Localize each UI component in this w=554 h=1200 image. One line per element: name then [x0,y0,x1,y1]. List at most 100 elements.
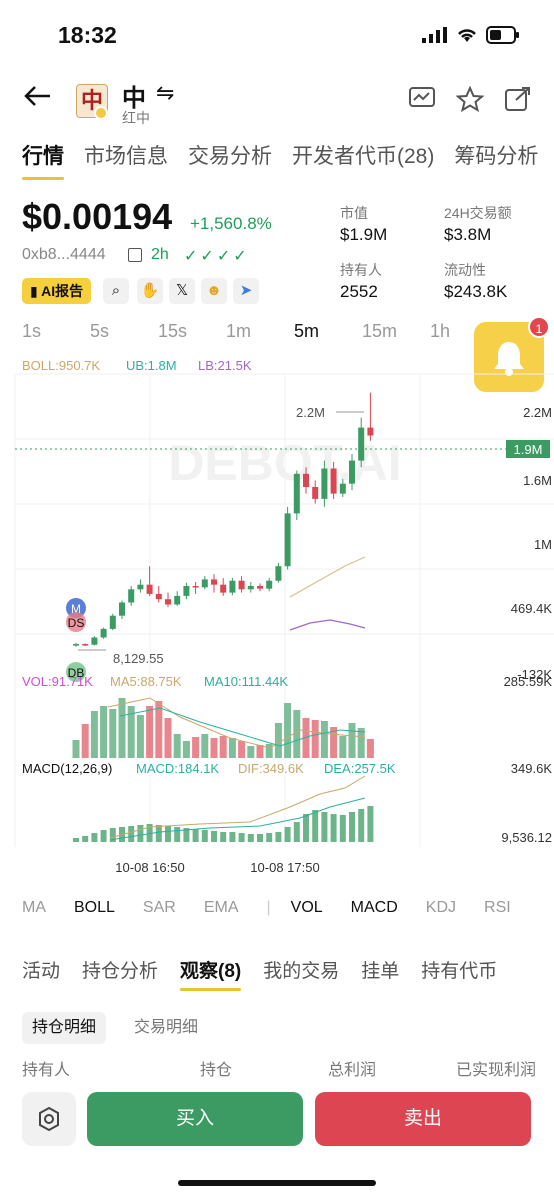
indicator-ma[interactable]: MA [22,899,46,917]
macd-bar [266,833,273,842]
candle-body [109,615,116,629]
telegram-icon[interactable]: ➤ [233,278,259,304]
interval-5s[interactable]: 5s [90,321,158,342]
price-change: +1,560.8% [190,214,272,233]
macd-bar [155,825,162,842]
tab-activity[interactable]: 活动 [22,956,60,983]
volume-bar [366,739,374,758]
candle-body [312,487,319,499]
candle-body [303,473,309,487]
dea-value: DEA:257.5K [324,761,396,776]
volume-bar [219,736,227,758]
indicator-boll[interactable]: BOLL [74,899,115,917]
volume-bar [210,738,218,758]
candle-body [275,566,282,581]
indicator-macd[interactable]: MACD [351,899,398,917]
macd-bar [100,830,107,842]
subtab-trade-details[interactable]: 交易明细 [134,1012,198,1044]
notification-badge: 1 [528,316,550,338]
hand-icon[interactable]: ✋ [137,278,163,304]
share-icon[interactable] [504,86,532,112]
indicator-kdj[interactable]: KDJ [426,899,456,917]
swap-icon[interactable]: ⇋ [156,80,174,106]
community-icon[interactable]: ☻ [201,278,227,304]
tab-market-info[interactable]: 市场信息 [84,140,168,170]
subtab-holding-details[interactable]: 持仓明细 [22,1012,107,1044]
candle-body [293,473,300,514]
buy-button[interactable]: 买入 [87,1092,303,1146]
chart-watch-icon[interactable] [408,86,436,112]
interval-15s[interactable]: 15s [158,321,226,342]
interval-5m[interactable]: 5m [294,321,362,342]
candle-body [266,580,273,589]
bottom-tabs: 活动 持仓分析 观察(8) 我的交易 挂单 持有代币 [22,956,497,991]
header-actions [408,86,532,112]
status-time: 18:32 [58,22,117,48]
price-chart[interactable]: DEBOT.AI BOLL:950.7K UB:1.8M LB:21.5K 1.9M 2.… [0,352,554,882]
tab-watch[interactable]: 观察(8) [180,956,242,991]
volume-bar [320,721,328,758]
macd-bar [82,836,89,842]
macd-bar [238,833,245,842]
boll-lower-line [289,619,366,631]
hexagon-settings-icon [39,1106,59,1132]
candle-body [119,602,125,616]
status-icons [422,26,520,44]
interval-tabs: 1s 5s 15s 1m 5m 15m 1h [22,321,498,342]
macd-bar [165,826,171,842]
candle-body [155,593,162,600]
x-twitter-icon[interactable]: 𝕏 [169,278,195,304]
candle-body [321,468,328,499]
star-icon[interactable] [456,86,484,112]
candle-body [146,584,153,594]
vol-max-label: 285.59K [504,674,553,689]
macd-bar [128,826,135,842]
tab-holdings-analysis[interactable]: 持仓分析 [82,956,158,983]
indicator-ema[interactable]: EMA [204,899,239,917]
interval-1s[interactable]: 1s [22,321,90,342]
trade-settings-button[interactable] [22,1092,76,1146]
indicator-rsi[interactable]: RSI [484,899,511,917]
market-cap-label: 市值 [340,205,368,221]
tab-dev-tokens[interactable]: 开发者代币(28) [292,140,434,170]
candle-body [229,580,236,593]
volume-bar [265,744,273,758]
indicator-sar[interactable]: SAR [143,899,176,917]
tab-orders[interactable]: 挂单 [361,956,399,983]
back-button[interactable] [22,84,52,113]
volume-bar [173,734,181,758]
indicator-divider: | [266,899,271,916]
vol-label: VOL:91.71K [22,674,93,689]
volume-bar [293,710,301,758]
candle-body [73,644,79,646]
volume-bar [311,720,319,758]
macd-bar [91,833,98,842]
token-age: 2h [151,246,169,263]
interval-15m[interactable]: 15m [362,321,430,342]
x-label-2: 10-08 17:50 [250,860,319,875]
volume-bar [274,723,282,758]
tab-chip-analysis[interactable]: 筹码分析 [454,140,538,170]
boll-mid-line [289,556,366,598]
interval-1m[interactable]: 1m [226,321,294,342]
macd-bar [349,812,355,842]
volume-bar [339,736,347,758]
book-icon: ▮ [30,283,42,299]
macd-bar [275,832,282,842]
search-icon[interactable]: ⌕ [103,278,129,304]
candle-body [367,427,374,436]
candle-body [128,589,135,603]
tab-my-trades[interactable]: 我的交易 [263,956,339,983]
copy-icon[interactable] [128,248,142,262]
tab-trade-analysis[interactable]: 交易分析 [188,140,272,170]
tab-market[interactable]: 行情 [22,140,64,180]
tab-held-tokens[interactable]: 持有代币 [421,956,497,983]
ai-report-button[interactable]: ▮ AI报告 [22,278,92,304]
volume-bar [247,746,255,758]
volume-bar [348,723,356,758]
sell-button[interactable]: 卖出 [315,1092,531,1146]
macd-bar [220,832,227,842]
indicator-vol[interactable]: VOL [291,899,323,917]
candle-body [330,468,337,494]
macd-bar [192,829,199,842]
